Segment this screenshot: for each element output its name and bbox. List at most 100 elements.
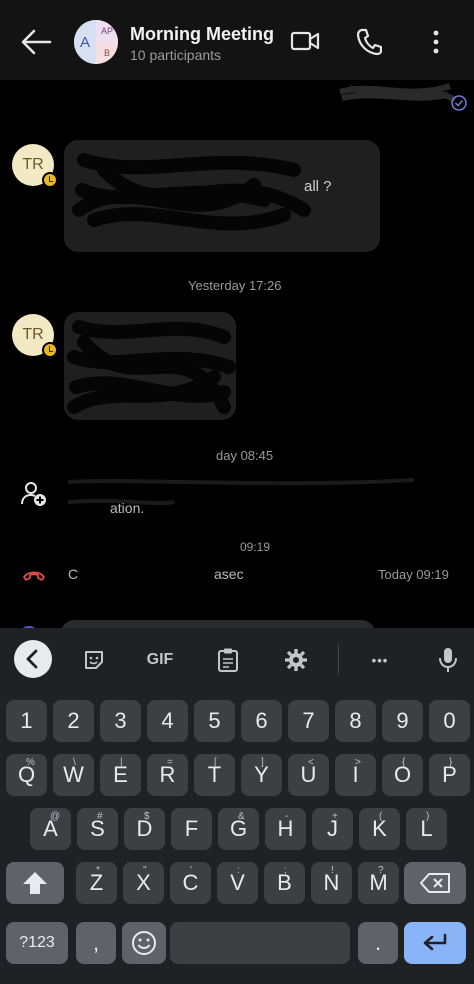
key-hint: = [167,757,173,768]
enter-key[interactable] [404,922,466,964]
call-event-time: Today 09:19 [378,567,449,582]
more-options-button[interactable] [428,28,444,61]
key-i[interactable]: > I [335,754,376,796]
key-k[interactable]: (K [359,808,400,850]
video-icon [290,31,320,51]
comma-key[interactable]: , [76,922,116,964]
chevron-left-icon [26,649,38,669]
system-event-text: ation. [110,500,145,516]
avatar-initial-bottom: B [96,42,118,64]
group-avatar[interactable]: A AP B [74,20,118,64]
key-t[interactable]: [T [194,754,235,796]
key-l[interactable]: ) L [406,808,447,850]
key-b[interactable]: ; B [264,862,305,904]
key-f[interactable]: _ F [171,808,212,850]
key-hint: ( [379,811,383,822]
key-o[interactable]: {O [382,754,423,796]
sticker-icon [85,651,103,669]
key-x[interactable]: " X [123,862,164,904]
conversation-title[interactable]: Morning Meeting [130,24,274,45]
sender-avatar[interactable]: TR [12,144,58,188]
key-d[interactable]: $ D [124,808,165,850]
redacted-scribble [67,320,236,414]
key-w[interactable]: \ W [53,754,94,796]
space-key[interactable] [170,922,350,964]
key-hint: # [97,811,103,822]
key-hint: $ [144,811,150,822]
message-bubble[interactable] [64,312,236,420]
key-1[interactable]: 1 [6,700,47,742]
key-j[interactable]: + J [312,808,353,850]
key-p[interactable]: } P [429,754,470,796]
key-hint: } [449,757,453,768]
key-y[interactable]: ] Y [241,754,282,796]
participants-count: 10 participants [130,47,222,63]
call-event-text-2: asec [214,566,244,582]
toolbar-divider [338,644,339,674]
sticker-button[interactable] [74,640,114,680]
more-vert-icon [433,30,439,54]
key-hint: < [308,757,314,768]
redacted-scribble [72,153,311,231]
message-list[interactable]: TR all ? Yesterday 17:26 TR day 08:45 at… [0,80,474,628]
key-hint: | [120,757,123,768]
period-key[interactable]: . [358,922,398,964]
sender-avatar[interactable]: TR [12,314,58,358]
key-n[interactable]: ! N [311,862,352,904]
emoji-key[interactable] [122,922,166,964]
key-hint: % [26,757,35,768]
back-button[interactable] [18,26,54,58]
key-2[interactable]: 2 [53,700,94,742]
key-c[interactable]: ' C [170,862,211,904]
enter-icon [423,933,447,951]
key-s[interactable]: # S [77,808,118,850]
symbols-key[interactable]: ?123 [6,922,68,964]
missed-call-icon [23,571,45,581]
key-0[interactable]: 0 [429,700,470,742]
toolbar-collapse-button[interactable] [14,640,52,678]
key-e[interactable]: | E [100,754,141,796]
key-4[interactable]: 4 [147,700,188,742]
clipboard-button[interactable] [208,640,248,680]
key-hint: @ [50,811,61,822]
key-hint: ; [284,865,287,876]
backspace-key[interactable] [404,862,466,904]
key-hint: _ [191,811,197,822]
gear-icon [285,649,307,671]
key-hint: - [285,811,289,822]
key-3[interactable]: 3 [100,700,141,742]
message-bubble[interactable]: all ? [64,140,380,252]
backspace-icon [420,873,450,893]
avatar-initial-main: A [74,20,96,64]
keyboard-toolbar: GIF ••• [0,628,474,690]
read-receipt-icon [451,95,467,111]
key-h[interactable]: -H [265,808,306,850]
voice-input-button[interactable] [428,640,468,680]
settings-button[interactable] [276,640,316,680]
clock-icon [42,172,58,188]
key-8[interactable]: 8 [335,700,376,742]
key-hint: ? [378,865,384,876]
key-9[interactable]: 9 [382,700,423,742]
key-q[interactable]: % Q [6,754,47,796]
key-7[interactable]: 7 [288,700,329,742]
video-call-button[interactable] [290,28,320,59]
key-hint: ' [190,865,192,876]
key-hint: + [332,811,338,822]
key-hint: * [96,865,100,876]
gif-button[interactable]: GIF [140,640,180,680]
key-u[interactable]: < U [288,754,329,796]
key-a[interactable]: @ A [30,808,71,850]
key-hint: " [143,865,147,876]
key-r[interactable]: = R [147,754,188,796]
voice-call-button[interactable] [356,28,383,61]
key-m[interactable]: ? M [358,862,399,904]
key-z[interactable]: * Z [76,862,117,904]
key-5[interactable]: 5 [194,700,235,742]
key-6[interactable]: 6 [241,700,282,742]
shift-key[interactable] [6,862,64,904]
date-separator: Yesterday 17:26 [188,278,282,293]
key-g[interactable]: & G [218,808,259,850]
more-button[interactable]: ••• [360,640,400,680]
key-v[interactable]: :V [217,862,258,904]
